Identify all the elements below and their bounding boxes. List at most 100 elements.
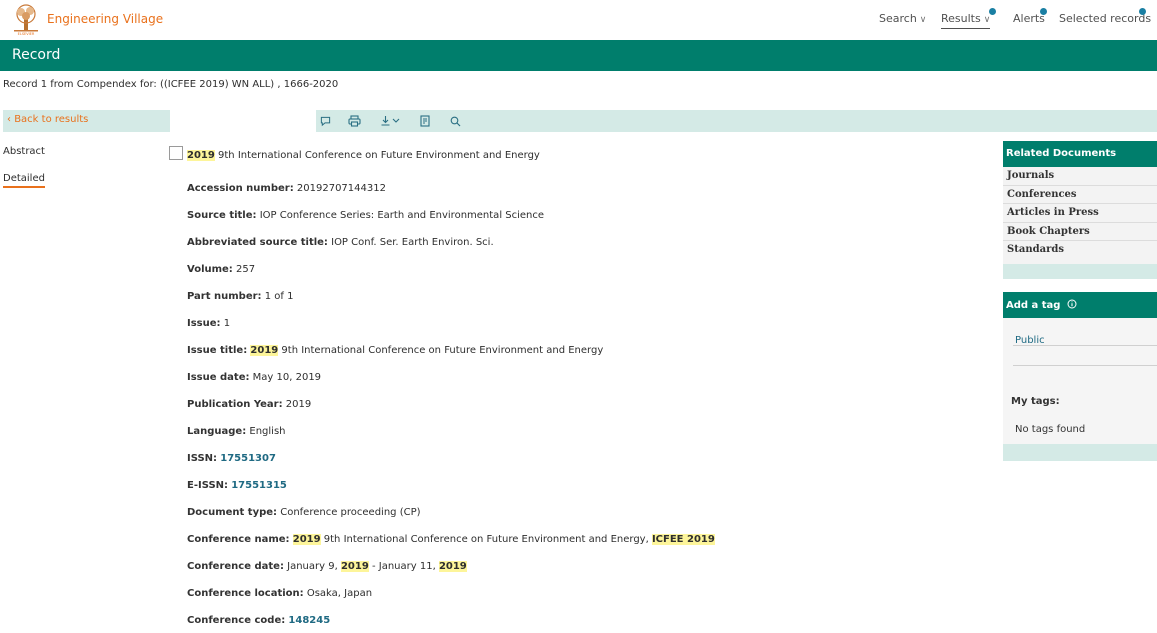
field-publication-year: Publication Year: 2019 xyxy=(187,399,311,410)
no-tags-message: No tags found xyxy=(1015,424,1086,435)
related-documents-heading: Related Documents xyxy=(1003,141,1157,167)
field-value: 2019 xyxy=(282,399,312,410)
field-label: ISSN: xyxy=(187,453,218,464)
nav-selected-label: Selected records xyxy=(1059,12,1152,25)
highlight-term: 2019 xyxy=(250,345,279,356)
comment-icon[interactable] xyxy=(320,113,331,129)
tab-detailed[interactable]: Detailed xyxy=(3,173,45,188)
field-language: Language: English xyxy=(187,426,286,437)
field-value: 9th International Conference on Future E… xyxy=(320,534,652,545)
field-conference-date: Conference date: January 9, 2019 - Janua… xyxy=(187,561,467,572)
related-item-book-chapters[interactable]: Book Chapters xyxy=(1003,223,1157,241)
back-to-results-link[interactable]: ‹ Back to results xyxy=(7,114,88,125)
nav-results[interactable]: Results ∨ xyxy=(941,8,996,29)
field-label: Accession number: xyxy=(187,183,294,194)
field-label: Conference name: xyxy=(187,534,290,545)
field-label: Conference date: xyxy=(187,561,284,572)
field-label: Publication Year: xyxy=(187,399,283,410)
conference-code-link[interactable]: 148245 xyxy=(288,615,330,626)
tag-panel: Public My tags: No tags found xyxy=(1003,318,1157,444)
top-bar: ELSEVIER Engineering Village Search ∨ Res… xyxy=(0,0,1157,40)
field-label: Volume: xyxy=(187,264,233,275)
cite-icon[interactable] xyxy=(420,113,431,129)
nav-alerts[interactable]: Alerts xyxy=(1013,8,1047,25)
field-accession-number: Accession number: 20192707144312 xyxy=(187,183,386,194)
back-link-label: Back to results xyxy=(14,114,89,125)
field-value: Osaka, Japan xyxy=(303,588,373,599)
highlight-term: 2019 xyxy=(438,561,467,572)
highlight-term: ICFEE 2019 xyxy=(651,534,715,545)
highlight-term: 2019 xyxy=(292,534,321,545)
nav-search[interactable]: Search ∨ xyxy=(879,12,926,25)
print-icon[interactable] xyxy=(348,113,361,129)
field-e-issn: E-ISSN: 17551315 xyxy=(187,480,287,491)
alerts-badge xyxy=(1040,8,1047,15)
field-issue: Issue: 1 xyxy=(187,318,230,329)
field-label: Source title: xyxy=(187,210,257,221)
field-value: 257 xyxy=(232,264,256,275)
field-part-number: Part number: 1 of 1 xyxy=(187,291,293,302)
field-label: Conference location: xyxy=(187,588,304,599)
add-tag-label: Add a tag xyxy=(1006,300,1061,311)
search-icon[interactable] xyxy=(450,113,461,129)
field-value: Conference proceeding (CP) xyxy=(277,507,421,518)
record-header: Record xyxy=(0,40,1157,71)
field-conference-code: Conference code: 148245 xyxy=(187,615,330,626)
field-value: - January 11, xyxy=(368,561,439,572)
page-title: Record xyxy=(12,47,61,63)
field-value: English xyxy=(246,426,286,437)
my-tags-label: My tags: xyxy=(1011,396,1060,407)
related-documents-list: Journals Conferences Articles in Press B… xyxy=(1003,167,1157,264)
record-toolbar xyxy=(316,110,1157,132)
field-value: 20192707144312 xyxy=(293,183,386,194)
field-label: Conference code: xyxy=(187,615,286,626)
select-record-checkbox[interactable] xyxy=(169,146,183,160)
field-source-title: Source title: IOP Conference Series: Ear… xyxy=(187,210,544,221)
field-label: E-ISSN: xyxy=(187,480,229,491)
info-icon[interactable] xyxy=(1067,299,1077,309)
title-text: 9th International Conference on Future E… xyxy=(214,150,540,161)
field-value: 9th International Conference on Future E… xyxy=(278,345,604,356)
field-conference-name: Conference name: 2019 9th International … xyxy=(187,534,715,545)
chevron-down-icon: ∨ xyxy=(919,15,927,25)
field-label: Language: xyxy=(187,426,247,437)
nav-results-label: Results xyxy=(941,12,981,25)
field-value: 1 of 1 xyxy=(261,291,294,302)
field-issue-date: Issue date: May 10, 2019 xyxy=(187,372,321,383)
document-title[interactable]: 2019 9th International Conference on Fut… xyxy=(187,150,540,161)
elsevier-logo-icon[interactable]: ELSEVIER xyxy=(11,4,41,36)
field-label: Part number: xyxy=(187,291,262,302)
field-value: IOP Conf. Ser. Earth Environ. Sci. xyxy=(327,237,494,248)
related-item-standards[interactable]: Standards xyxy=(1003,241,1157,260)
add-tag-heading: Add a tag xyxy=(1003,292,1157,318)
field-volume: Volume: 257 xyxy=(187,264,255,275)
related-item-journals[interactable]: Journals xyxy=(1003,167,1157,186)
field-value: IOP Conference Series: Earth and Environ… xyxy=(256,210,545,221)
field-value: May 10, 2019 xyxy=(249,372,322,383)
related-item-articles-in-press[interactable]: Articles in Press xyxy=(1003,204,1157,223)
field-issue-title: Issue title: 2019 9th International Conf… xyxy=(187,345,603,356)
highlight-term: 2019 xyxy=(187,150,215,161)
highlight-term: 2019 xyxy=(340,561,369,572)
field-issn: ISSN: 17551307 xyxy=(187,453,276,464)
nav-selected-records[interactable]: Selected records xyxy=(1059,8,1152,25)
related-item-conferences[interactable]: Conferences xyxy=(1003,186,1157,204)
issn-link[interactable]: 17551307 xyxy=(220,453,276,464)
field-value: 1 xyxy=(220,318,231,329)
field-label: Issue: xyxy=(187,318,221,329)
nav-search-label: Search xyxy=(879,12,917,25)
related-documents-footer xyxy=(1003,264,1157,279)
selected-badge xyxy=(1139,8,1146,15)
field-document-type: Document type: Conference proceeding (CP… xyxy=(187,507,421,518)
field-value: January 9, xyxy=(283,561,341,572)
field-conference-location: Conference location: Osaka, Japan xyxy=(187,588,372,599)
tab-abstract[interactable]: Abstract xyxy=(3,146,45,157)
brand-name[interactable]: Engineering Village xyxy=(47,12,163,26)
field-label: Issue title: xyxy=(187,345,248,356)
field-label: Abbreviated source title: xyxy=(187,237,328,248)
download-icon[interactable] xyxy=(380,113,402,129)
divider xyxy=(1013,365,1157,366)
e-issn-link[interactable]: 17551315 xyxy=(231,480,287,491)
tag-panel-footer xyxy=(1003,444,1157,461)
results-badge xyxy=(989,8,996,15)
